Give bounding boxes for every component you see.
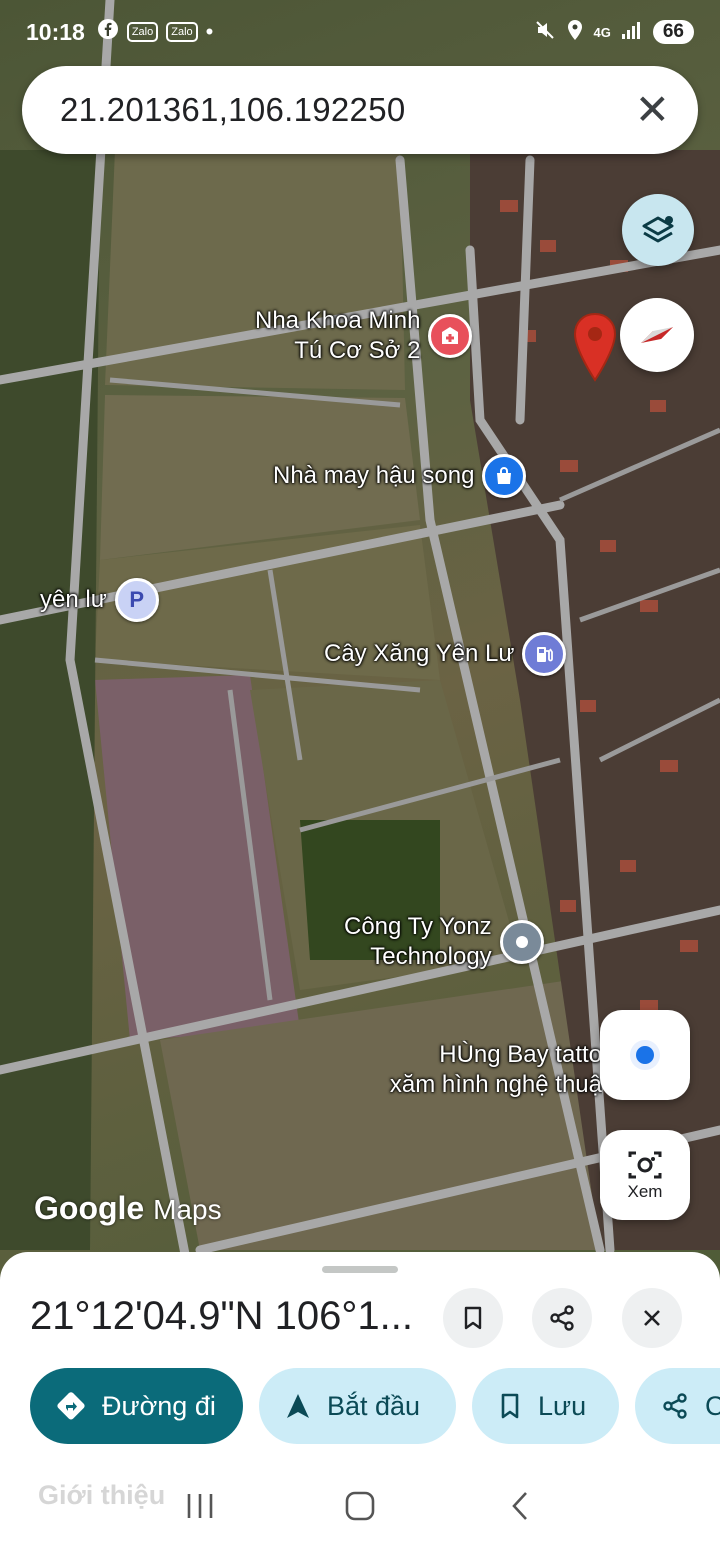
- poi-yonz-technology[interactable]: Công Ty Yonz Technology: [344, 912, 544, 972]
- compass-icon: [641, 327, 673, 343]
- layers-icon: [642, 216, 674, 243]
- battery-indicator: 66: [652, 20, 694, 44]
- signal-icon: [621, 20, 643, 45]
- poi-label: Nhà may hậu song: [273, 462, 475, 489]
- recent-apps-icon: [187, 1494, 213, 1518]
- poi-tailor-shop[interactable]: Nhà may hậu song: [273, 454, 527, 498]
- place-title: 21°12'04.9"N 106°1...: [30, 1294, 413, 1338]
- lens-view-label: Xem: [627, 1182, 663, 1201]
- my-location-button[interactable]: [600, 1010, 690, 1100]
- location-icon: [566, 19, 584, 46]
- shopping-bag-icon: [482, 454, 527, 498]
- clock: 10:18: [26, 18, 85, 45]
- recent-apps-button[interactable]: [170, 1476, 230, 1536]
- search-query[interactable]: 21.201361,106.192250: [60, 91, 635, 129]
- parking-icon: P: [114, 578, 159, 622]
- bookmark-icon: [464, 1306, 482, 1330]
- compass-button[interactable]: [620, 298, 694, 372]
- share-label: C: [705, 1390, 720, 1421]
- mute-icon: [534, 19, 556, 46]
- poi-label: yên lư: [40, 586, 107, 613]
- home-icon: [345, 1491, 375, 1521]
- start-label: Bắt đầu: [327, 1390, 421, 1421]
- my-location-icon: [630, 1040, 660, 1070]
- zalo-icon: Zalo: [126, 22, 159, 42]
- facebook-icon: [97, 18, 119, 46]
- system-navigation-bar: [0, 1468, 720, 1544]
- camera-lens-icon: [628, 1151, 662, 1179]
- back-icon: [512, 1492, 527, 1520]
- share-button[interactable]: [532, 1288, 592, 1348]
- home-button[interactable]: [330, 1476, 390, 1536]
- google-maps-logo: Google Maps: [34, 1190, 222, 1226]
- close-icon: [644, 1310, 660, 1326]
- close-sheet-button[interactable]: [622, 1288, 682, 1348]
- layers-button[interactable]: [622, 194, 694, 266]
- poi-label: Cây Xăng Yên Lư: [324, 640, 515, 667]
- directions-button[interactable]: Đường đi: [30, 1368, 243, 1444]
- network-type: 4G: [593, 24, 611, 40]
- action-buttons-row: Đường đi Bắt đầu Lưu C: [30, 1368, 720, 1446]
- poi-label: Nha Khoa Minh Tú Cơ Sở 2: [255, 307, 421, 364]
- drag-handle[interactable]: [322, 1266, 398, 1273]
- save-label: Lưu: [538, 1390, 587, 1421]
- start-navigation-button[interactable]: Bắt đầu: [259, 1368, 456, 1444]
- navigation-arrow-icon: [287, 1394, 309, 1418]
- directions-icon: [57, 1392, 85, 1420]
- gas-station-icon: [522, 632, 567, 676]
- hospital-icon: [428, 314, 473, 358]
- share-icon: [663, 1393, 687, 1419]
- share-icon: [550, 1305, 574, 1331]
- dot-icon: •: [205, 19, 214, 44]
- map-view[interactable]: 10:18 Zalo Zalo • 4G 66 21.201361,106.19…: [0, 0, 720, 1280]
- generic-place-icon: [499, 920, 544, 964]
- poi-gas-station[interactable]: Cây Xăng Yên Lư: [324, 632, 567, 676]
- save-button[interactable]: Lưu: [472, 1368, 619, 1444]
- save-bookmark-button[interactable]: [443, 1288, 503, 1348]
- map-pin-icon: [573, 312, 617, 382]
- poi-parking[interactable]: yên lư P: [40, 578, 159, 622]
- close-icon[interactable]: ✕: [635, 89, 670, 131]
- lens-view-button[interactable]: Xem: [600, 1130, 690, 1220]
- poi-tattoo-shop[interactable]: HÙng Bay tatto xăm hình nghệ thuậ: [386, 1040, 602, 1100]
- status-bar: 10:18 Zalo Zalo • 4G 66: [0, 0, 720, 64]
- dropped-pin-marker[interactable]: [572, 312, 618, 387]
- poi-dental-clinic[interactable]: Nha Khoa Minh Tú Cơ Sở 2: [255, 306, 473, 366]
- directions-label: Đường đi: [102, 1390, 216, 1421]
- zalo-icon: Zalo: [166, 22, 198, 42]
- poi-label: HÙng Bay tatto xăm hình nghệ thuậ: [389, 1041, 602, 1098]
- back-button[interactable]: [490, 1476, 550, 1536]
- share-pill-button[interactable]: C: [635, 1368, 720, 1444]
- bookmark-icon: [501, 1393, 519, 1419]
- search-bar[interactable]: 21.201361,106.192250 ✕: [22, 66, 698, 154]
- poi-label: Công Ty Yonz Technology: [344, 913, 492, 970]
